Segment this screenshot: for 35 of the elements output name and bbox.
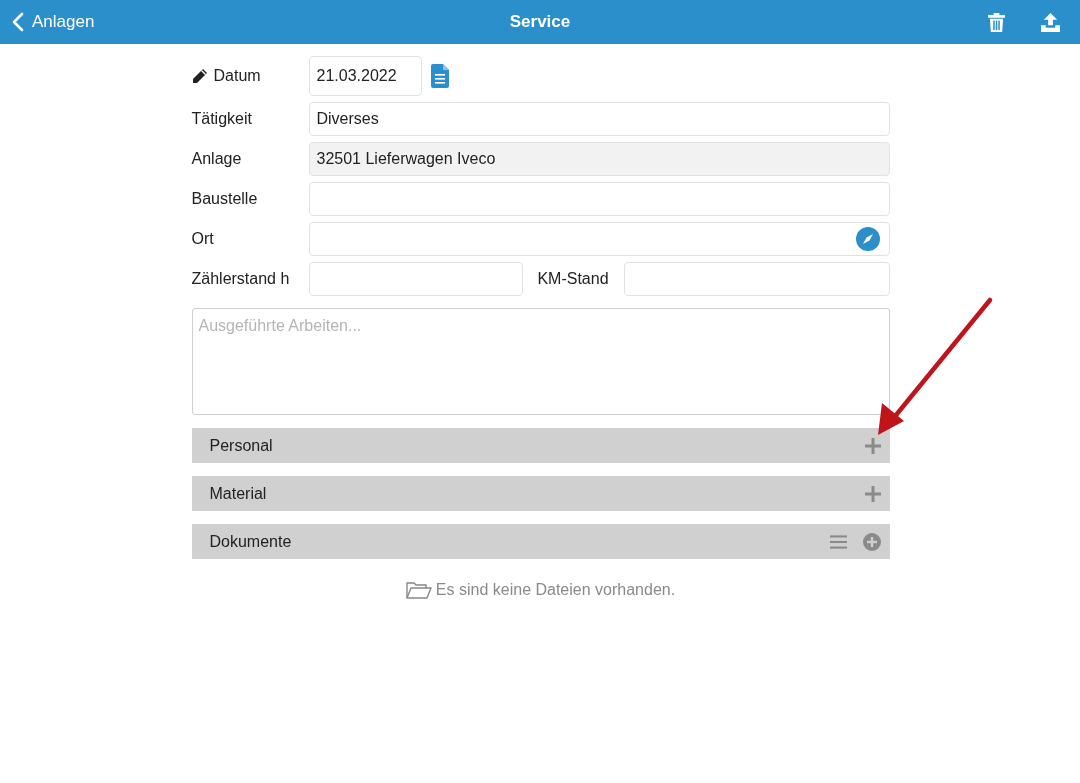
section-title: Material (209, 484, 267, 503)
compass-icon[interactable] (855, 227, 880, 251)
section-header[interactable]: Material (191, 476, 890, 511)
readonly-field: 32501 Lieferwagen Iveco (308, 142, 890, 176)
section-header[interactable]: Dokumente (191, 524, 890, 559)
field-label: Anlage (191, 150, 243, 168)
section-title: Dokumente (209, 532, 292, 551)
empty-message: Es sind keine Dateien vorhanden. (435, 581, 676, 599)
back-button[interactable]: Anlagen (12, 12, 95, 32)
field-label: Tätigkeit (191, 110, 253, 128)
field-label: Baustelle (191, 190, 259, 208)
upload-icon[interactable] (1041, 12, 1060, 32)
plus-circle-icon[interactable] (862, 532, 881, 551)
folder-icon (405, 581, 432, 599)
list-icon[interactable] (829, 534, 847, 549)
field-label: Ort (191, 230, 215, 248)
number-field[interactable] (623, 262, 890, 296)
text-field[interactable]: Diverses (308, 102, 890, 136)
plus-icon[interactable] (864, 437, 881, 454)
document-icon[interactable] (430, 64, 449, 88)
section-title: Personal (209, 436, 273, 455)
text-field[interactable] (308, 182, 890, 216)
section-header[interactable]: Personal (191, 428, 890, 463)
field-label: Zählerstand h (191, 270, 291, 288)
pencil-icon (191, 68, 208, 84)
field-label: Datum (191, 67, 309, 85)
plus-icon[interactable] (864, 485, 881, 502)
date-field[interactable]: 21.03.2022 (308, 56, 422, 96)
notes-textarea[interactable]: Ausgeführte Arbeiten... (191, 308, 890, 415)
page-title: Service (509, 12, 571, 32)
number-field[interactable] (308, 262, 523, 296)
location-field[interactable] (308, 222, 890, 256)
field-label: KM-Stand (536, 270, 610, 288)
chevron-left-icon (12, 12, 24, 32)
trash-icon[interactable] (988, 12, 1005, 32)
